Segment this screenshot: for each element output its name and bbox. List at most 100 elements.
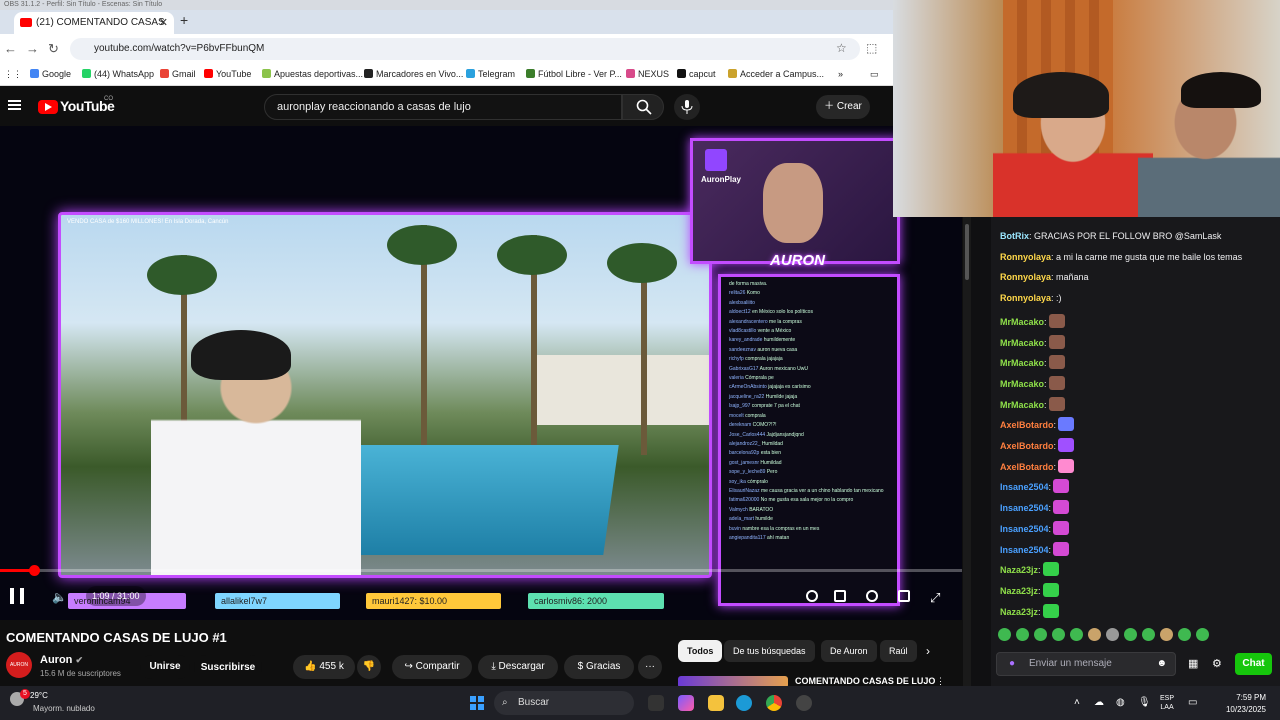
search-input[interactable]: auronplay reaccionando a casas de lujo — [264, 94, 622, 120]
emote-icon[interactable] — [1178, 628, 1191, 641]
bookmark-futbol[interactable]: Fútbol Libre - Ver P... — [526, 69, 622, 79]
bookmark-nexus[interactable]: NEXUS — [626, 69, 669, 79]
temperature[interactable]: 29°C — [30, 691, 48, 700]
bookmark-telegram[interactable]: Telegram — [466, 69, 515, 79]
emote-bar[interactable] — [998, 628, 1214, 646]
apps-grid-icon[interactable]: ⋮⋮ — [4, 69, 22, 80]
emote-icon[interactable] — [1052, 628, 1065, 641]
emote-icon[interactable] — [1160, 628, 1173, 641]
copilot-icon[interactable] — [678, 695, 694, 711]
thanks-button[interactable]: $ Gracias — [564, 655, 634, 679]
chat-message-input[interactable]: ● Enviar un mensaje ☻ — [996, 652, 1176, 676]
bookmark-whatsapp[interactable]: (44) WhatsApp — [82, 69, 154, 79]
back-icon[interactable]: ← — [4, 41, 17, 56]
store-icon[interactable]: ▦ — [1188, 657, 1198, 670]
emote-icon[interactable] — [1106, 628, 1119, 641]
share-button[interactable]: ↪ Compartir — [392, 655, 472, 679]
cloud-icon[interactable]: ☁ — [1094, 697, 1104, 708]
chat-username[interactable]: Insane2504 — [1000, 482, 1049, 492]
chat-username[interactable]: Naza23jz — [1000, 607, 1038, 617]
app-tray-icon[interactable]: ◍ — [1116, 697, 1125, 708]
chip-de-auron[interactable]: De Auron — [821, 640, 877, 662]
video-player[interactable]: VENDO CASA de $160 MILLONES! En Isla Dor… — [0, 126, 962, 620]
autoplay-toggle-icon[interactable] — [806, 590, 818, 602]
seek-handle[interactable] — [28, 565, 40, 576]
search-button[interactable] — [622, 94, 664, 120]
emote-icon[interactable] — [1016, 628, 1029, 641]
more-actions-button[interactable]: ··· — [638, 655, 662, 679]
create-button[interactable]: ＋ Crear — [816, 95, 870, 119]
chat-username[interactable]: Ronnyolaya — [1000, 252, 1051, 262]
chat-username[interactable]: AxelBotardo — [1000, 462, 1054, 472]
task-view-icon[interactable] — [648, 695, 664, 711]
chrome-icon[interactable] — [766, 695, 782, 711]
like-button[interactable]: 👍 455 k — [293, 655, 355, 679]
chat-username[interactable]: MrMacako — [1000, 379, 1044, 389]
mic-tray-icon[interactable]: 🎙 — [1138, 697, 1151, 708]
chat-username[interactable]: BotRix — [1000, 231, 1029, 241]
dislike-button[interactable]: 👎 — [357, 655, 381, 679]
bookmark-marcadores[interactable]: Marcadores en Vivo... — [364, 69, 463, 79]
windows-start-icon[interactable] — [470, 696, 484, 710]
emote-picker-icon[interactable]: ☻ — [1156, 653, 1167, 675]
new-tab-icon[interactable]: + — [180, 12, 188, 28]
weather-text[interactable]: Mayorm. nublado — [33, 704, 95, 713]
chat-username[interactable]: Ronnyolaya — [1000, 272, 1051, 282]
settings-gear-icon[interactable] — [866, 590, 878, 602]
chip-todos[interactable]: Todos — [678, 640, 723, 662]
send-chat-button[interactable]: Chat — [1235, 653, 1272, 675]
chat-username[interactable]: MrMacako — [1000, 358, 1044, 368]
edge-icon[interactable] — [736, 695, 752, 711]
obs-icon[interactable] — [796, 695, 812, 711]
chat-username[interactable]: AxelBotardo — [1000, 441, 1054, 451]
bookmark-apuestas[interactable]: Apuestas deportivas... — [262, 69, 363, 79]
chat-username[interactable]: Insane2504 — [1000, 503, 1049, 513]
hamburger-menu-icon[interactable] — [8, 100, 21, 110]
taskbar-search[interactable]: ⌕ Buscar — [494, 691, 634, 715]
fullscreen-icon[interactable]: ⤢ — [930, 590, 940, 606]
chat-username[interactable]: Naza23jz — [1000, 565, 1038, 575]
chip-de-tus-busquedas[interactable]: De tus búsquedas — [724, 640, 815, 662]
emote-icon[interactable] — [1034, 628, 1047, 641]
file-explorer-icon[interactable] — [708, 695, 724, 711]
seek-bar[interactable] — [0, 565, 962, 576]
subscribe-button[interactable]: Suscribirse — [194, 655, 262, 680]
channel-name[interactable]: Auron ✔ — [40, 654, 83, 666]
subtitles-icon[interactable] — [834, 590, 846, 602]
join-button[interactable]: Unirse — [140, 655, 190, 679]
bookmark-youtube[interactable]: YouTube — [204, 69, 251, 79]
emote-icon[interactable] — [998, 628, 1011, 641]
clock[interactable]: 7:59 PM 10/23/2025 — [1206, 692, 1266, 716]
address-bar[interactable]: youtube.com/watch?v=P6bvFFbunQM — [70, 38, 860, 60]
emote-icon[interactable] — [1124, 628, 1137, 641]
folder-icon[interactable]: ▭ — [870, 69, 879, 80]
bookmark-star-icon[interactable]: ☆ — [836, 41, 847, 55]
volume-icon[interactable]: 🔈 — [52, 590, 67, 604]
emote-icon[interactable] — [1070, 628, 1083, 641]
chat-username[interactable]: Ronnyolaya — [1000, 293, 1051, 303]
bookmark-capcut[interactable]: capcut — [677, 69, 716, 79]
bookmark-gmail[interactable]: Gmail — [160, 69, 196, 79]
close-tab-icon[interactable]: ✕ — [159, 12, 168, 34]
chat-username[interactable]: Insane2504 — [1000, 524, 1049, 534]
youtube-logo-icon[interactable] — [38, 100, 58, 114]
chat-username[interactable]: AxelBotardo — [1000, 420, 1054, 430]
browser-tab[interactable]: (21) COMENTANDO CASAS ✕ — [14, 12, 174, 34]
extensions-icon[interactable]: ⬚ — [866, 41, 877, 55]
language-indicator[interactable]: ESP LAA — [1160, 694, 1174, 712]
chevron-right-icon[interactable]: › — [926, 644, 930, 658]
tray-chevron-icon[interactable]: ˄ — [1074, 697, 1080, 708]
theater-mode-icon[interactable] — [898, 590, 910, 602]
chat-username[interactable]: MrMacako — [1000, 317, 1044, 327]
pause-icon[interactable] — [10, 588, 24, 604]
more-bookmarks-icon[interactable]: » — [838, 69, 843, 79]
emote-icon[interactable] — [1142, 628, 1155, 641]
bookmark-google[interactable]: Google — [30, 69, 71, 79]
chip-raul[interactable]: Raúl — [880, 640, 917, 662]
chat-username[interactable]: Insane2504 — [1000, 545, 1049, 555]
chat-settings-icon[interactable]: ⚙ — [1212, 657, 1222, 670]
network-icon[interactable]: ▭ — [1188, 697, 1197, 708]
voice-search-button[interactable] — [674, 94, 700, 120]
forward-icon[interactable]: → — [26, 41, 39, 56]
chat-username[interactable]: Naza23jz — [1000, 586, 1038, 596]
